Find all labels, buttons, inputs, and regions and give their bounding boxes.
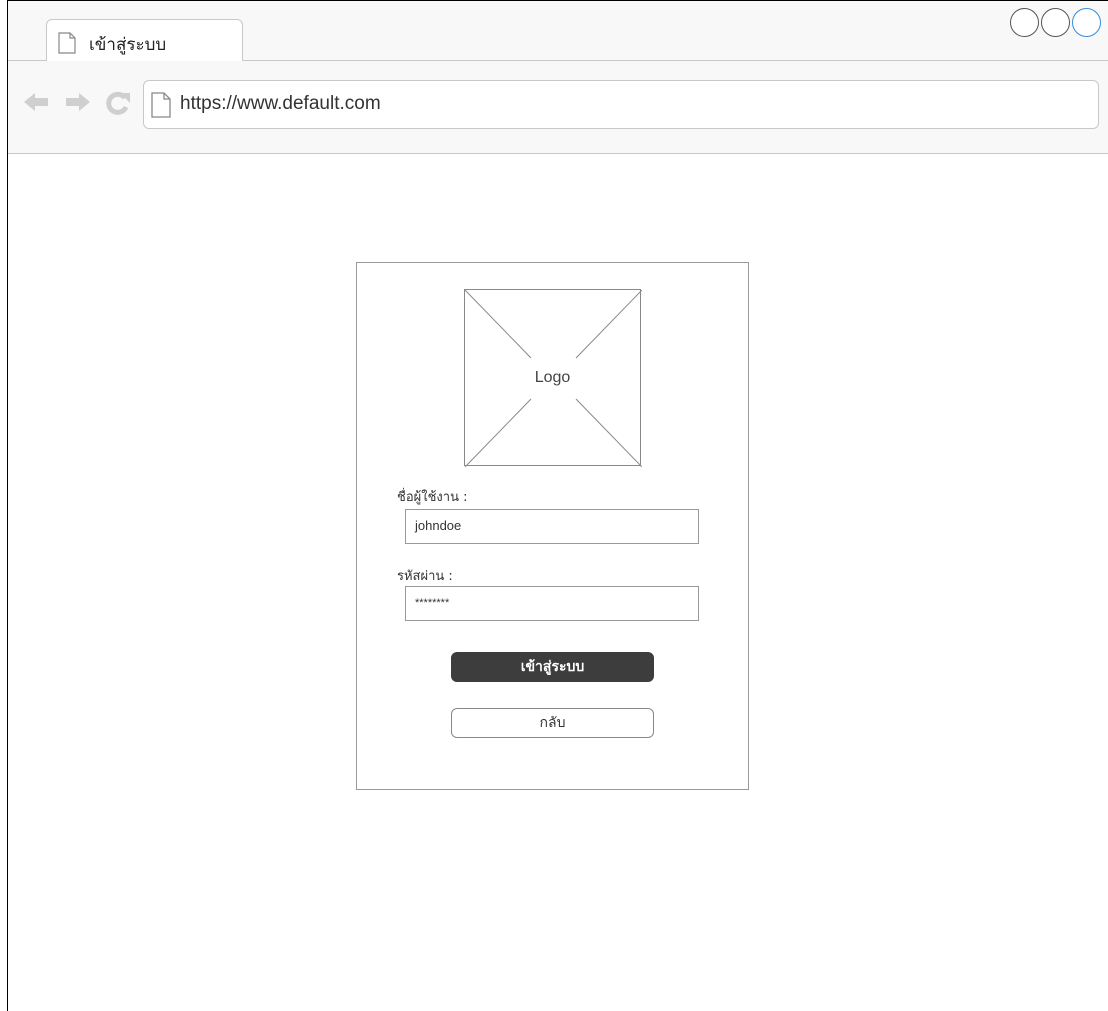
back-button[interactable]: กลับ [451,708,654,738]
forward-arrow-icon[interactable] [65,91,91,117]
tab-title: เข้าสู่ระบบ [89,35,167,55]
logo-label: Logo [534,369,571,386]
address-bar[interactable]: https://www.default.com [143,80,1099,129]
page-icon [150,92,172,122]
username-value: johndoe [415,518,462,533]
username-field[interactable]: johndoe [405,509,699,544]
logo-placeholder: Logo [464,289,642,467]
password-label: รหัสผ่าน : [397,569,453,584]
window-circle-button[interactable] [1010,8,1039,37]
refresh-icon[interactable] [105,90,131,120]
password-field[interactable]: ******** [405,586,699,621]
password-value: ******** [415,597,450,609]
login-button[interactable]: เข้าสู่ระบบ [451,652,654,682]
url-text: https://www.default.com [180,93,381,114]
browser-tab[interactable]: เข้าสู่ระบบ [46,19,243,61]
window-circle-button[interactable] [1041,8,1070,37]
back-arrow-icon[interactable] [23,91,49,117]
username-label: ชื่อผู้ใช้งาน : [397,490,468,505]
window-circle-button[interactable] [1072,8,1101,37]
page-icon [57,32,77,58]
